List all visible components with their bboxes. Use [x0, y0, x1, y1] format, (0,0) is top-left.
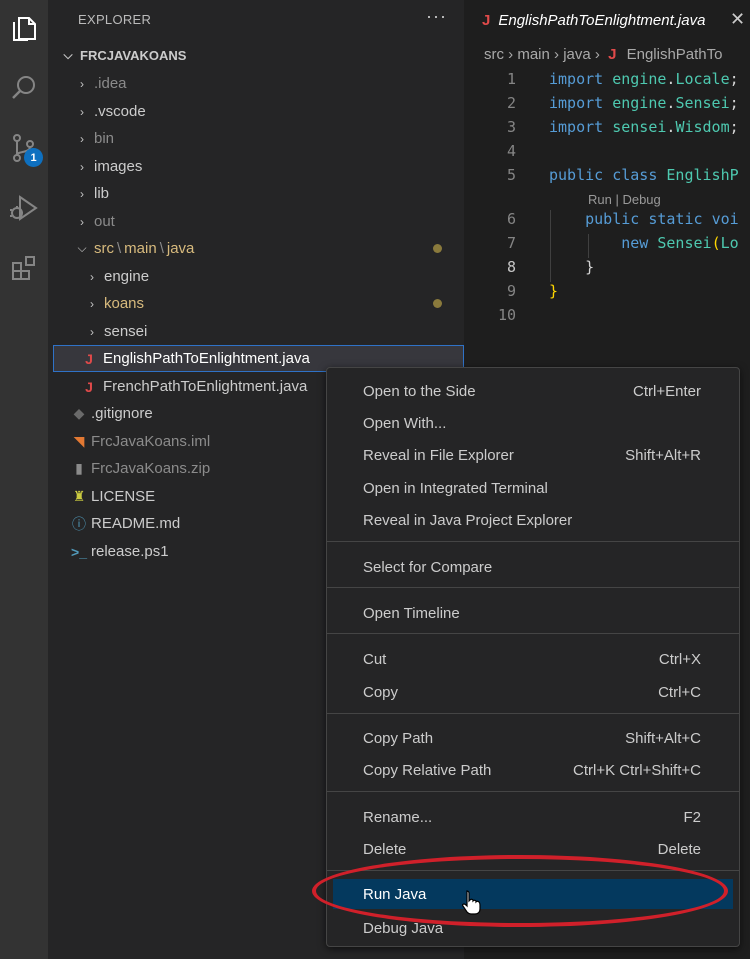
code-line: 1 import engine.Locale;	[506, 70, 739, 88]
tree-item-vscode[interactable]: › .vscode	[48, 98, 464, 125]
menu-item-reveal-file-explorer[interactable]: Reveal in File Explorer Shift+Alt+R	[327, 440, 739, 470]
chevron-right-icon: ›	[80, 76, 84, 91]
chevron-down-icon: ⌵	[77, 241, 87, 255]
tab-english-java[interactable]: J EnglishPathToEnlightment.java ✕	[464, 0, 750, 41]
code-line: 2 import engine.Sensei;	[506, 94, 739, 112]
code-line: 4	[506, 142, 516, 160]
extensions-icon[interactable]	[0, 244, 48, 292]
explorer-header: EXPLORER	[78, 12, 152, 27]
code-line: 7 new Sensei(Lo	[506, 234, 739, 252]
explorer-root-folder[interactable]: ⌵ FRCJAVAKOANS	[48, 42, 464, 69]
chevron-right-icon: ›	[90, 296, 94, 311]
git-icon: ◆	[73, 405, 85, 421]
tree-item-koans[interactable]: › koans	[48, 290, 464, 317]
menu-item-select-compare[interactable]: Select for Compare	[327, 552, 739, 582]
menu-separator	[327, 791, 739, 792]
tree-item-idea[interactable]: › .idea	[48, 70, 464, 97]
chevron-right-icon: ›	[80, 131, 84, 146]
zip-icon: ▮	[75, 460, 83, 476]
chevron-down-icon: ⌵	[63, 48, 73, 62]
chevron-right-icon: ›	[80, 214, 84, 229]
chevron-right-icon: ›	[80, 104, 84, 119]
menu-item-open-with[interactable]: Open With...	[327, 408, 739, 438]
menu-item-copy-relative-path[interactable]: Copy Relative Path Ctrl+K Ctrl+Shift+C	[327, 755, 739, 785]
indent-guide	[550, 210, 551, 282]
tree-item-src-main-java[interactable]: ⌵ src \ main \ java	[48, 235, 464, 262]
java-file-icon: J	[85, 378, 93, 395]
menu-separator	[327, 713, 739, 714]
java-file-icon: J	[608, 46, 617, 63]
hand-cursor-icon	[462, 890, 481, 915]
tree-item-images[interactable]: › images	[48, 153, 464, 180]
java-file-icon: J	[85, 350, 93, 367]
tree-item-out[interactable]: › out	[48, 208, 464, 235]
menu-item-open-terminal[interactable]: Open in Integrated Terminal	[327, 473, 739, 503]
license-icon: ♜	[72, 488, 86, 504]
chevron-right-icon: ›	[594, 46, 605, 63]
activity-bar: 1	[0, 0, 48, 959]
menu-item-cut[interactable]: Cut Ctrl+X	[327, 644, 739, 674]
tree-item-sensei[interactable]: › sensei	[48, 318, 464, 345]
chevron-right-icon: ›	[80, 186, 84, 201]
breadcrumb: src › main › java › J EnglishPathTo	[484, 46, 723, 63]
menu-separator	[327, 587, 739, 588]
java-file-icon: J	[482, 12, 491, 29]
breadcrumb-java[interactable]: java	[563, 46, 591, 63]
menu-item-open-to-side[interactable]: Open to the Side Ctrl+Enter	[327, 376, 739, 406]
code-line: 6 public static voi	[506, 210, 739, 228]
breadcrumb-file[interactable]: EnglishPathTo	[627, 46, 723, 63]
menu-item-reveal-java-explorer[interactable]: Reveal in Java Project Explorer	[327, 505, 739, 535]
code-lens-run-debug[interactable]: Run | Debug	[588, 192, 661, 207]
menu-separator	[327, 541, 739, 542]
menu-item-open-timeline[interactable]: Open Timeline	[327, 598, 739, 628]
code-line: 8 }	[506, 258, 595, 276]
files-icon[interactable]	[0, 4, 48, 52]
editor-tab-bar: J EnglishPathToEnlightment.java ✕	[464, 0, 750, 41]
indent-guide	[588, 234, 589, 258]
menu-item-rename[interactable]: Rename... F2	[327, 802, 739, 832]
run-debug-icon[interactable]	[0, 184, 48, 232]
tree-item-lib[interactable]: › lib	[48, 180, 464, 207]
code-line: 5 public class EnglishP	[506, 166, 739, 184]
breadcrumb-main[interactable]: main	[517, 46, 550, 63]
chevron-right-icon: ›	[90, 324, 94, 339]
path-separator: \	[117, 240, 122, 257]
more-actions-icon[interactable]: ···	[426, 6, 447, 27]
red-highlight-ellipse	[312, 855, 728, 927]
menu-item-copy-path[interactable]: Copy Path Shift+Alt+C	[327, 723, 739, 753]
scm-badge: 1	[24, 148, 43, 167]
modified-dot	[433, 299, 442, 308]
menu-item-copy[interactable]: Copy Ctrl+C	[327, 677, 739, 707]
menu-separator	[327, 633, 739, 634]
path-separator: \	[159, 240, 164, 257]
source-control-icon[interactable]	[0, 124, 48, 172]
chevron-right-icon: ›	[508, 46, 518, 63]
code-line: 10	[497, 306, 516, 324]
chevron-right-icon: ›	[80, 159, 84, 174]
rss-icon: ◥	[73, 433, 85, 449]
chevron-right-icon: ›	[554, 46, 564, 63]
modified-dot	[433, 244, 442, 253]
code-line: 9}	[506, 282, 559, 300]
powershell-icon: >_	[71, 543, 87, 560]
code-line: 3 import sensei.Wisdom;	[506, 118, 739, 136]
tree-item-bin[interactable]: › bin	[48, 125, 464, 152]
breadcrumb-src[interactable]: src	[484, 46, 504, 63]
close-icon[interactable]: ✕	[730, 9, 745, 30]
info-icon: ⓘ	[72, 515, 86, 532]
chevron-right-icon: ›	[90, 269, 94, 284]
tree-item-engine[interactable]: › engine	[48, 263, 464, 290]
search-icon[interactable]	[0, 64, 48, 112]
